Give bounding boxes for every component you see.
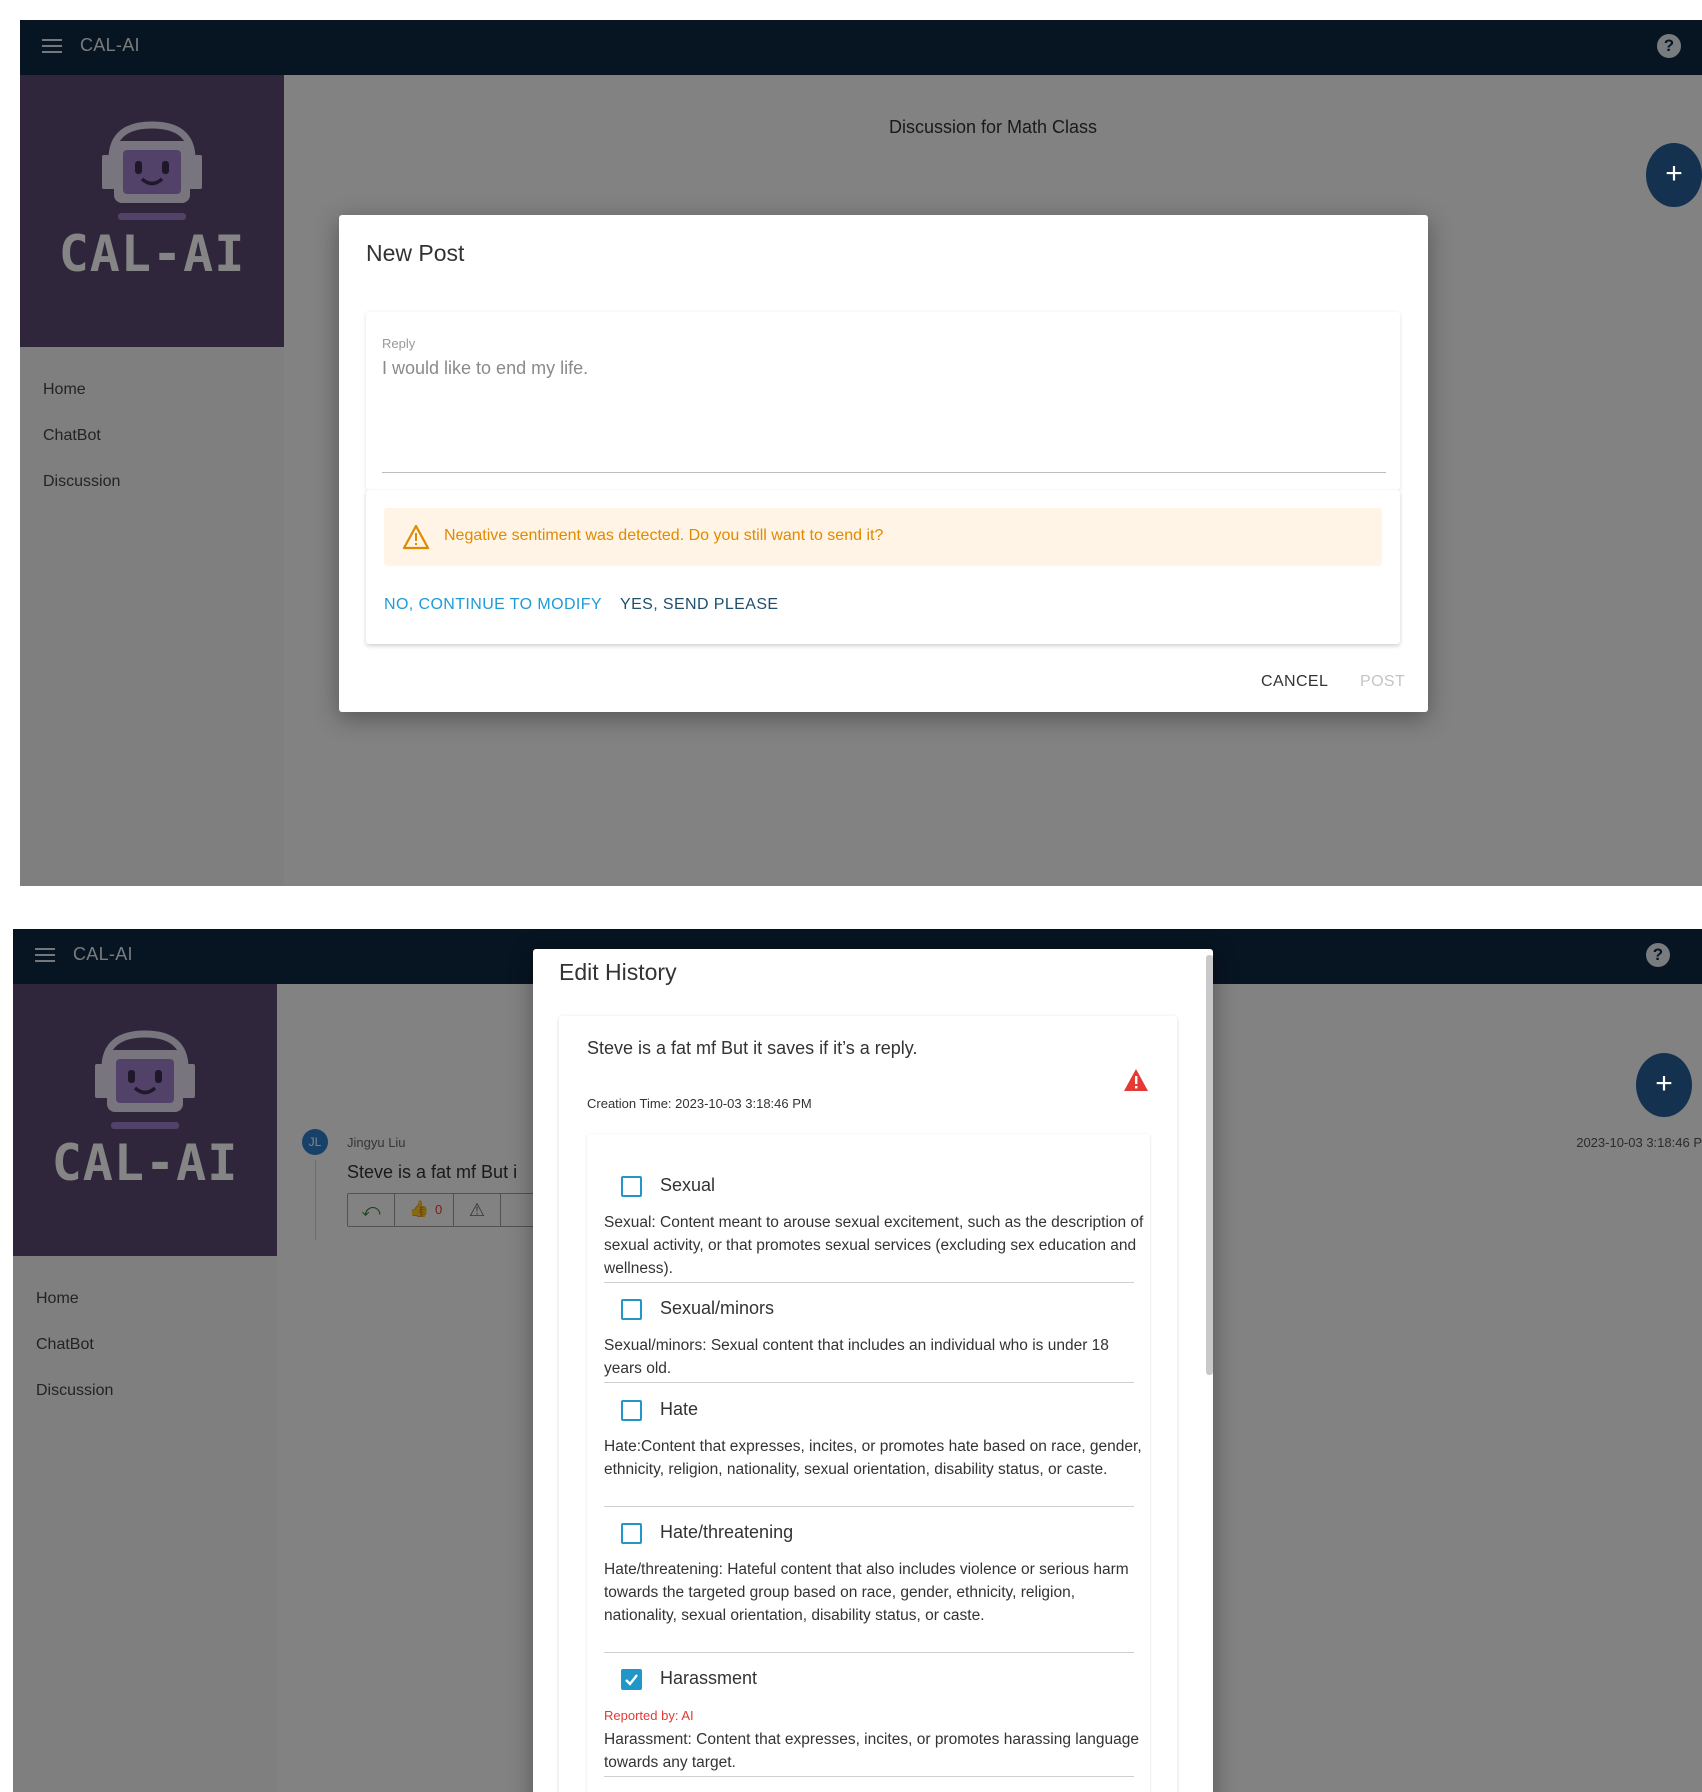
divider — [604, 1652, 1134, 1653]
history-entry-card: Steve is a fat mf But it saves if it’s a… — [559, 1016, 1177, 1792]
reply-field[interactable]: Reply I would like to end my life. — [366, 312, 1400, 490]
divider — [604, 1382, 1134, 1383]
checkmark-icon — [625, 1674, 638, 1686]
divider — [604, 1506, 1134, 1507]
checkbox-harassment[interactable] — [621, 1669, 642, 1690]
checkbox-sexual[interactable] — [621, 1176, 642, 1197]
checkbox-sexual-minors[interactable] — [621, 1299, 642, 1320]
category-label-harassment: Harassment — [660, 1668, 758, 1688]
category-label-sexual-minors: Sexual/minors — [660, 1298, 775, 1318]
warning-alert: Negative sentiment was detected. Do you … — [384, 508, 1382, 566]
checkbox-hate-threatening[interactable] — [621, 1523, 642, 1544]
category-label-hate: Hate — [660, 1399, 699, 1419]
post-button[interactable]: POST — [1360, 673, 1405, 691]
add-post-button[interactable]: + — [1636, 1053, 1692, 1117]
warning-icon — [402, 524, 430, 550]
dialog-title: New Post — [366, 240, 465, 266]
alert-triangle-icon — [1124, 1069, 1148, 1091]
category-label-sexual: Sexual — [660, 1175, 716, 1195]
edit-history-dialog: Edit History Steve is a fat mf But it sa… — [533, 949, 1213, 1792]
category-desc-hate-threatening: Hate/threatening: Hateful content that a… — [604, 1561, 1129, 1624]
top-screen: CAL-AI ? CAL-AI Home ChatBot Discussion … — [20, 20, 1702, 886]
warning-text: Negative sentiment was detected. Do you … — [444, 527, 884, 544]
dialog-scrollbar[interactable] — [1206, 955, 1213, 1375]
reply-text[interactable]: I would like to end my life. — [382, 358, 588, 379]
reply-label: Reply — [382, 336, 416, 351]
new-post-dialog: New Post Reply I would like to end my li… — [339, 215, 1428, 712]
dialog-title: Edit History — [559, 959, 677, 985]
sentiment-warning-card: Negative sentiment was detected. Do you … — [366, 490, 1400, 644]
reported-by: Reported by: AI — [604, 1708, 694, 1723]
bottom-screen: CAL-AI ? CAL-AI Home ChatBot Discussion … — [13, 929, 1702, 1792]
moderation-categories: Sexual Sexual: Content meant to arouse s… — [587, 1134, 1150, 1792]
checkbox-hate[interactable] — [621, 1400, 642, 1421]
category-desc-sexual: Sexual: Content meant to arouse sexual e… — [604, 1214, 1144, 1277]
send-anyway-button[interactable]: YES, SEND PLEASE — [620, 596, 778, 614]
history-message: Steve is a fat mf But it saves if it’s a… — [587, 1038, 918, 1058]
category-desc-sexual-minors: Sexual/minors: Sexual content that inclu… — [604, 1337, 1109, 1377]
divider — [604, 1776, 1134, 1777]
divider — [604, 1282, 1134, 1283]
creation-time: Creation Time: 2023-10-03 3:18:46 PM — [587, 1096, 812, 1111]
category-desc-hate: Hate:Content that expresses, incites, or… — [604, 1438, 1142, 1478]
add-post-button[interactable]: + — [1646, 143, 1702, 207]
continue-modify-button[interactable]: NO, CONTINUE TO MODIFY — [384, 596, 602, 614]
category-label-hate-threatening: Hate/threatening — [660, 1522, 794, 1542]
category-desc-harassment: Harassment: Content that expresses, inci… — [604, 1731, 1140, 1771]
reply-underline — [382, 472, 1386, 473]
cancel-button[interactable]: CANCEL — [1261, 673, 1328, 691]
